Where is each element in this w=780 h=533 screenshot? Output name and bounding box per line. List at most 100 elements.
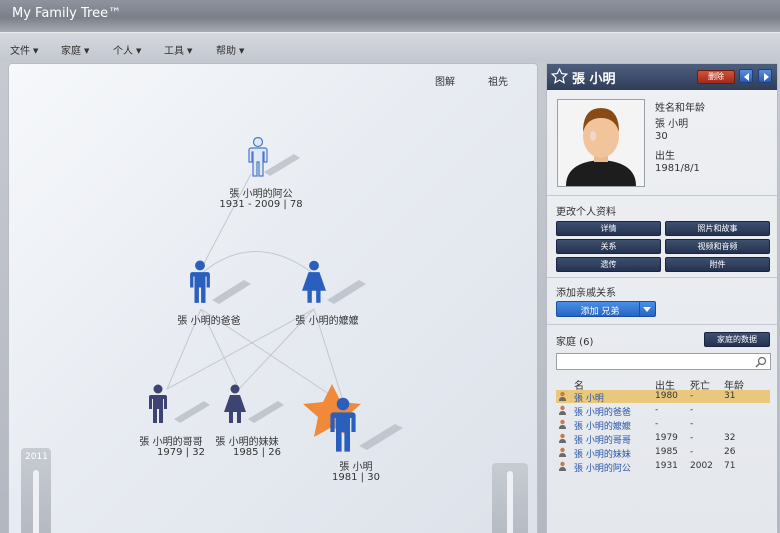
cell-died: - <box>690 391 694 401</box>
next-button[interactable] <box>758 69 772 83</box>
menu-help-label: 帮助 <box>216 46 236 57</box>
menu-family-label: 家庭 <box>61 46 81 57</box>
cell-age: 71 <box>724 461 736 471</box>
person-mother-icon[interactable] <box>302 260 326 303</box>
name-value: 張 小明 <box>655 119 689 130</box>
zoom-slider-track[interactable] <box>507 471 513 533</box>
person-father-icon[interactable] <box>190 260 210 303</box>
person-grandpa-name[interactable]: 張 小明的阿公 <box>201 185 321 200</box>
attachments-button[interactable]: 附件 <box>665 257 770 272</box>
relations-button[interactable]: 关系 <box>556 239 661 254</box>
avatar <box>558 100 644 186</box>
video-audio-button[interactable]: 视频和音频 <box>665 239 770 254</box>
cell-born: 1931 <box>655 461 678 471</box>
details-button[interactable]: 详情 <box>556 221 661 236</box>
title-bar: My Family Tree™ <box>0 0 780 32</box>
zoom-slider[interactable] <box>492 463 528 533</box>
person-brother-icon[interactable] <box>149 384 167 424</box>
photos-stories-button[interactable]: 照片和故事 <box>665 221 770 236</box>
cell-age: 32 <box>724 433 736 443</box>
edit-profile-title: 更改个人资料 <box>556 207 616 218</box>
table-row[interactable]: 張 小明的阿公 1931 2002 71 <box>556 460 770 474</box>
cell-age: 26 <box>724 447 736 457</box>
age-value: 30 <box>655 131 668 142</box>
cell-died: - <box>690 433 694 443</box>
person-grandpa-dates: 1931 - 2009 | 78 <box>219 199 303 210</box>
cell-name: 張 小明的爸爸 <box>574 408 631 418</box>
arrow-left-icon <box>744 73 749 81</box>
table-row[interactable]: 張 小明的嬤嬤 - - <box>556 418 770 432</box>
cell-name: 張 小明 <box>574 394 604 404</box>
menu-family[interactable]: 家庭 ▼ <box>61 42 89 57</box>
menu-tools-label: 工具 <box>164 46 184 57</box>
menu-file[interactable]: 文件 ▼ <box>10 42 38 57</box>
person-father-name[interactable]: 張 小明的爸爸 <box>149 312 269 327</box>
chevron-down-icon: ▼ <box>33 47 39 55</box>
detail-person-name: 張 小明 <box>572 72 616 87</box>
menu-bar: 文件 ▼ 家庭 ▼ 个人 ▼ 工具 ▼ 帮助 ▼ <box>0 32 780 62</box>
search-icon[interactable] <box>755 356 767 368</box>
cell-born: 1980 <box>655 391 678 401</box>
cell-died: 2002 <box>690 461 713 471</box>
profile-photo[interactable] <box>557 99 645 187</box>
divider <box>547 195 777 196</box>
table-row[interactable]: 張 小明 1980 - 31 <box>556 390 770 404</box>
cell-born: 1985 <box>655 447 678 457</box>
cell-name: 張 小明的嬤嬤 <box>574 422 631 432</box>
family-data-button[interactable]: 家庭的数据 <box>704 332 770 347</box>
person-grandpa-icon[interactable] <box>248 137 268 177</box>
person-mother-name[interactable]: 張 小明的嬤嬤 <box>267 312 387 327</box>
person-icon <box>559 447 566 457</box>
previous-button[interactable] <box>739 69 753 83</box>
cell-name: 張 小明的阿公 <box>574 464 631 474</box>
menu-person[interactable]: 个人 ▼ <box>113 42 141 57</box>
divider <box>547 324 777 325</box>
chevron-down-icon: ▼ <box>187 47 193 55</box>
name-age-label: 姓名和年龄 <box>655 103 705 114</box>
table-row[interactable]: 張 小明的妹妹 1985 - 26 <box>556 446 770 460</box>
add-relation-value: 添加 兄弟 <box>580 307 620 317</box>
genetics-button[interactable]: 遗传 <box>556 257 661 272</box>
year-slider[interactable]: 2011 <box>21 448 51 533</box>
star-icon[interactable] <box>551 68 568 85</box>
family-search-input[interactable] <box>556 353 771 370</box>
chevron-down-icon: ▼ <box>136 47 142 55</box>
cell-age: 31 <box>724 391 736 401</box>
person-icon <box>559 461 566 471</box>
family-tree-panel: 图解 祖先 張 小明的阿公 1931 - 2009 | 78 張 小明的爸爸 張… <box>8 63 538 533</box>
person-sister-icon[interactable] <box>224 384 246 424</box>
chevron-down-icon <box>639 302 655 316</box>
delete-button[interactable]: 删除 <box>697 70 735 84</box>
arrow-right-icon <box>764 73 769 81</box>
menu-help[interactable]: 帮助 ▼ <box>216 42 244 57</box>
year-label: 2011 <box>25 452 48 462</box>
person-self-dates: 1981 | 30 <box>332 472 380 483</box>
cell-born: 1979 <box>655 433 678 443</box>
tree-canvas <box>149 137 403 452</box>
chevron-down-icon: ▼ <box>239 47 245 55</box>
cell-died: - <box>690 447 694 457</box>
person-icon <box>559 405 566 415</box>
family-title: 家庭 (6) <box>556 337 594 348</box>
cell-born: - <box>655 419 659 429</box>
person-sister-name[interactable]: 張 小明的妹妹 <box>192 433 302 448</box>
table-row[interactable]: 張 小明的爸爸 - - <box>556 404 770 418</box>
cell-name: 張 小明的妹妹 <box>574 450 631 460</box>
table-row[interactable]: 張 小明的哥哥 1979 - 32 <box>556 432 770 446</box>
chevron-down-icon: ▼ <box>84 47 90 55</box>
add-relation-dropdown[interactable]: 添加 兄弟 <box>556 301 656 317</box>
birth-label: 出生 <box>655 151 675 162</box>
person-self-name[interactable]: 張 小明 <box>301 458 411 473</box>
menu-person-label: 个人 <box>113 46 133 57</box>
menu-tools[interactable]: 工具 ▼ <box>164 42 192 57</box>
cell-died: - <box>690 419 694 429</box>
year-slider-track[interactable] <box>33 470 39 533</box>
divider <box>547 277 777 278</box>
cell-born: - <box>655 405 659 415</box>
person-sister-dates: 1985 | 26 <box>233 447 281 458</box>
menu-file-label: 文件 <box>10 46 30 57</box>
person-icon <box>559 391 566 401</box>
detail-header: 張 小明 删除 <box>547 64 777 90</box>
person-icon <box>559 433 566 443</box>
app-title: My Family Tree™ <box>12 6 122 21</box>
